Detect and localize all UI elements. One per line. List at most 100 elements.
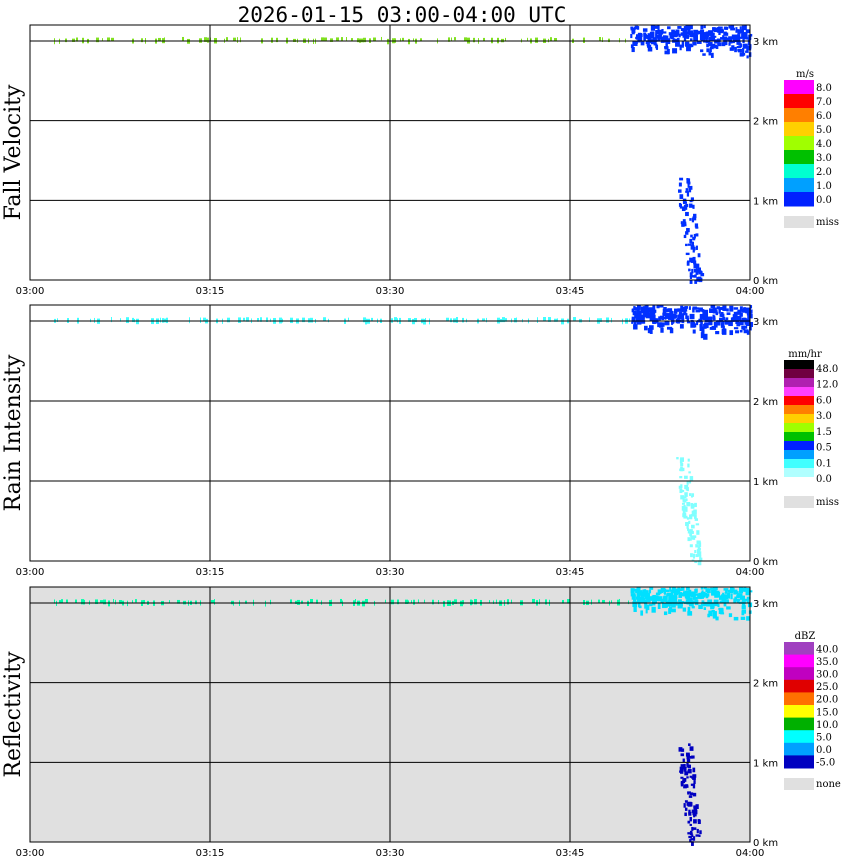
echo-pixel <box>708 36 712 41</box>
echo-pixel <box>680 467 685 472</box>
colorbar-label: 20.0 <box>816 695 838 706</box>
echo-pixel <box>679 177 684 181</box>
echo-pixel <box>486 317 487 323</box>
echo-pixel <box>94 317 95 323</box>
echo-pixel <box>126 317 129 324</box>
echo-pixel <box>265 600 266 607</box>
echo-pixel <box>682 607 687 612</box>
echo-pixel <box>733 616 739 621</box>
echo-pixel <box>647 327 651 334</box>
echo-pixel <box>677 588 683 592</box>
echo-pixel <box>719 595 724 600</box>
echo-pixel <box>462 600 464 605</box>
echo-pixel <box>539 599 540 605</box>
echo-pixel <box>728 613 733 617</box>
echo-pixel <box>704 311 707 314</box>
echo-pixel <box>695 226 699 229</box>
echo-pixel <box>710 46 714 50</box>
echo-pixel <box>713 27 718 33</box>
echo-pixel <box>713 599 719 603</box>
colorbar-swatch <box>784 477 814 487</box>
echo-pixel <box>630 593 636 597</box>
echo-pixel <box>702 53 706 56</box>
echo-pixel <box>689 203 693 208</box>
echo-pixel <box>680 753 685 757</box>
echo-pixel <box>674 31 679 36</box>
echo-pixel <box>688 589 692 596</box>
echo-pixel <box>90 318 91 323</box>
echo-pixel <box>695 804 699 810</box>
colorbar-label: 35.0 <box>816 657 838 668</box>
echo-pixel <box>679 476 683 479</box>
echo-pixel <box>729 330 734 336</box>
echo-pixel <box>703 25 706 29</box>
echo-pixel <box>688 795 693 798</box>
echo-pixel <box>635 36 639 40</box>
x-tick-label: 03:30 <box>376 286 405 297</box>
echo-pixel <box>712 317 716 321</box>
y-tick-label: 2 km <box>753 679 778 690</box>
echo-pixel <box>630 33 633 39</box>
panel-1: 03:00 03:15 03:30 03:45 04:000 km 1 km 2 km 3 k… <box>1 24 839 297</box>
echo-pixel <box>365 599 368 603</box>
echo-pixel <box>662 35 667 40</box>
echo-pixel <box>692 783 696 789</box>
echo-pixel <box>633 324 638 330</box>
echo-pixel <box>694 502 697 508</box>
echo-pixel <box>689 218 692 221</box>
echo-pixel <box>703 592 707 596</box>
echo-pixel <box>673 591 678 596</box>
echo-pixel <box>684 306 688 309</box>
colorbar-label: 1.0 <box>816 181 832 192</box>
echo-pixel <box>700 25 704 30</box>
echo-pixel <box>545 599 547 605</box>
echo-pixel <box>688 268 691 272</box>
colorbar-label: 8.0 <box>816 83 832 94</box>
echo-pixel <box>729 305 734 312</box>
echo-pixel <box>336 37 339 41</box>
echo-pixel <box>685 487 688 491</box>
echo-pixel <box>717 604 720 608</box>
echo-pixel <box>659 305 664 308</box>
echo-pixel <box>715 312 719 316</box>
echo-pixel <box>745 309 748 314</box>
echo-pixel <box>726 37 730 41</box>
echo-pixel <box>682 591 688 597</box>
echo-pixel <box>633 599 637 605</box>
echo-pixel <box>678 485 683 489</box>
echo-pixel <box>639 32 643 36</box>
echo-pixel <box>598 599 600 603</box>
echo-pixel <box>692 792 697 797</box>
echo-pixel <box>689 315 694 319</box>
echo-pixel <box>227 317 230 323</box>
echo-pixel <box>692 204 695 209</box>
echo-pixel <box>650 307 653 311</box>
colorbar-missing-label: miss <box>816 497 839 508</box>
colorbar-swatch <box>784 150 814 165</box>
echo-pixel <box>694 599 699 606</box>
colorbar-missing-swatch <box>784 216 814 228</box>
echo-pixel <box>664 313 667 320</box>
echo-pixel <box>689 755 693 759</box>
echo-pixel <box>693 213 697 219</box>
echo-pixel <box>643 32 647 38</box>
echo-pixel <box>677 26 682 29</box>
echo-pixel <box>720 29 724 33</box>
echo-pixel <box>692 596 698 600</box>
y-tick-label: 2 km <box>753 397 778 408</box>
echo-pixel <box>707 31 712 36</box>
echo-pixel <box>684 800 688 803</box>
echo-pixel <box>363 37 366 43</box>
colorbar-unit: dBZ <box>795 631 816 642</box>
echo-pixel <box>634 25 639 30</box>
echo-pixel <box>720 322 725 328</box>
echo-pixel <box>691 536 695 540</box>
echo-pixel <box>680 769 684 774</box>
echo-pixel <box>630 27 634 31</box>
echo-pixel <box>160 317 161 323</box>
echo-pixel <box>685 188 689 191</box>
echo-pixel <box>385 599 386 603</box>
echo-pixel <box>701 314 705 319</box>
echo-pixel <box>692 329 696 334</box>
echo-pixel <box>687 463 690 468</box>
